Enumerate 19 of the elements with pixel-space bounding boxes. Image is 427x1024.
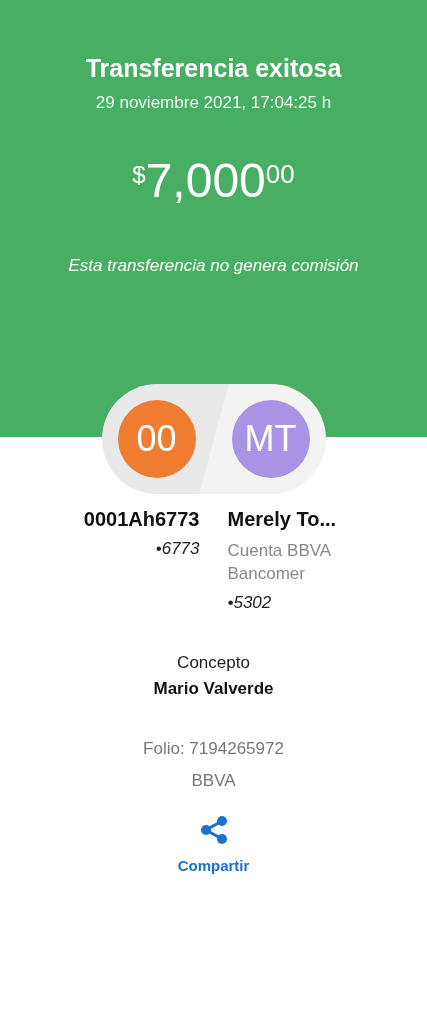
concept-label: Concepto	[177, 653, 250, 673]
party-name: Merely To...	[227, 508, 337, 531]
amount-cents: 00	[265, 159, 295, 189]
share-icon[interactable]	[198, 815, 229, 845]
bank-label: BBVA	[191, 771, 236, 791]
party-name: 0001Ah6773	[83, 508, 200, 531]
avatar: MT	[231, 400, 310, 478]
commission-note: Esta transferencia no genera comisión	[68, 256, 359, 276]
bank-name: Cuenta BBVA Bancomer	[227, 540, 332, 585]
transfer-date: 29 noviembre 2021, 17:04:25 h	[95, 93, 332, 113]
screen-title: Transferencia exitosa	[85, 54, 342, 83]
account-number: •5302	[227, 593, 272, 613]
amount-value: 7,000	[145, 153, 266, 208]
share-link[interactable]: Compartir	[177, 857, 250, 874]
folio-number: Folio: 7194265972	[143, 739, 284, 759]
concept-value: Mario Valverde	[153, 679, 274, 699]
avatar: 00	[117, 400, 196, 478]
amount-currency: $	[132, 161, 146, 188]
account-number: •6773	[155, 539, 200, 559]
